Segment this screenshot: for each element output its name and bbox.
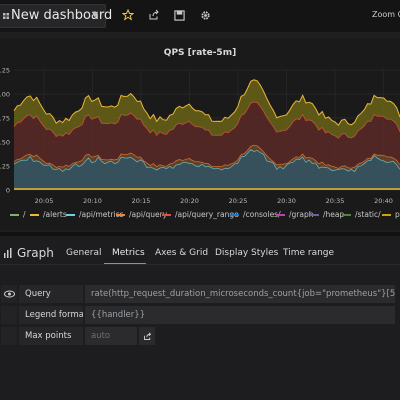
legend-swatch: [230, 213, 239, 216]
x-tick-label: 20:30: [277, 197, 296, 205]
legend-label: pro: [395, 210, 400, 219]
eye-icon[interactable]: [0, 284, 18, 304]
legend-label: /static/: [355, 210, 381, 219]
legend-item[interactable]: /consoles/: [230, 210, 281, 219]
gear-icon[interactable]: [198, 8, 212, 22]
x-tick-label: 20:25: [229, 197, 248, 205]
graph-type-icon: [4, 248, 12, 258]
tab-axes-grid[interactable]: Axes & Grid: [155, 248, 208, 258]
y-tick-label: 1.25: [0, 67, 10, 75]
x-tick-label: 20:05: [35, 197, 54, 205]
tab-bar-line: [0, 264, 400, 265]
legend-swatch: [382, 213, 391, 216]
panel-title: QPS [rate-5m]: [163, 48, 237, 58]
legend-item[interactable]: pro: [382, 210, 400, 219]
tab-display-styles[interactable]: Display Styles: [215, 248, 278, 258]
panel-type-title: Graph: [17, 246, 54, 260]
qps-chart[interactable]: 0 .25 .50 .75 1.00 1.25 20:05 20:10 20:15 20:20 2…: [0, 60, 400, 210]
tab-time-range[interactable]: Time range: [283, 248, 334, 258]
legend-item[interactable]: /alerts: [30, 210, 67, 219]
x-tick-label: 20:40: [374, 197, 393, 205]
legend-swatch: [276, 213, 285, 216]
y-tick-label: 1.00: [0, 91, 10, 99]
legend-swatch: [30, 213, 39, 216]
legend-item[interactable]: /: [10, 210, 26, 219]
legend-swatch: [342, 213, 351, 216]
top-navbar: New dashboard ▼ Zoom Ou: [0, 0, 400, 32]
legend-item[interactable]: /api/query_range: [162, 210, 239, 219]
area-pro: [14, 79, 400, 139]
star-icon[interactable]: [121, 8, 135, 22]
legend-swatch: [116, 213, 125, 216]
legend-item[interactable]: /api/query: [116, 210, 167, 219]
legend-label: /consoles/: [243, 210, 281, 219]
x-tick-label: 20:20: [180, 197, 199, 205]
legend-swatch: [10, 213, 19, 216]
query-label: Query: [18, 284, 84, 304]
save-icon[interactable]: [172, 8, 186, 22]
row-spacer: [0, 305, 18, 325]
max-points-input[interactable]: auto: [84, 326, 138, 346]
y-tick-label: .50: [0, 139, 10, 147]
share-icon[interactable]: [147, 8, 161, 22]
legend-label: /: [23, 210, 26, 219]
row-spacer: [0, 326, 18, 346]
legend-swatch: [66, 213, 75, 216]
x-tick-label: 20:35: [326, 197, 345, 205]
active-tab-indicator: [104, 263, 146, 264]
y-tick-label: .25: [0, 163, 10, 171]
zoom-out-button[interactable]: Zoom Ou: [372, 10, 400, 19]
area-api-query_range: [14, 101, 400, 169]
legend-item[interactable]: /heap: [310, 210, 344, 219]
grid-icon: [3, 13, 9, 19]
legend-item[interactable]: /api/metrics: [66, 210, 124, 219]
legend-format-label: Legend format: [18, 305, 84, 325]
legend-format-row: Legend format {{handler}}: [0, 305, 400, 325]
legend-item[interactable]: /static/: [342, 210, 381, 219]
max-points-label: Max points: [18, 326, 84, 346]
chevron-down-icon: ▼: [92, 10, 99, 19]
max-points-row: Max points auto: [0, 326, 400, 346]
x-tick-label: 20:10: [83, 197, 102, 205]
legend-format-input[interactable]: {{handler}}: [84, 305, 396, 325]
tab-metrics[interactable]: Metrics: [112, 248, 145, 258]
y-tick-label: .75: [0, 115, 10, 123]
external-link-icon[interactable]: [138, 326, 156, 346]
tab-general[interactable]: General: [66, 248, 101, 258]
chart-legend: / /alerts/api/metrics/api/query/api/query…: [0, 208, 400, 222]
legend-swatch: [310, 213, 319, 216]
legend-swatch: [162, 213, 171, 216]
x-tick-label: 20:15: [132, 197, 151, 205]
query-row: Query rate(http_request_duration_microse…: [0, 284, 400, 304]
dashboard-picker-button[interactable]: New dashboard ▼: [0, 4, 112, 28]
query-input[interactable]: rate(http_request_duration_microseconds_…: [84, 284, 396, 304]
y-tick-label: 0: [6, 187, 10, 195]
legend-item[interactable]: /graph: [276, 210, 313, 219]
legend-label: /alerts: [43, 210, 67, 219]
